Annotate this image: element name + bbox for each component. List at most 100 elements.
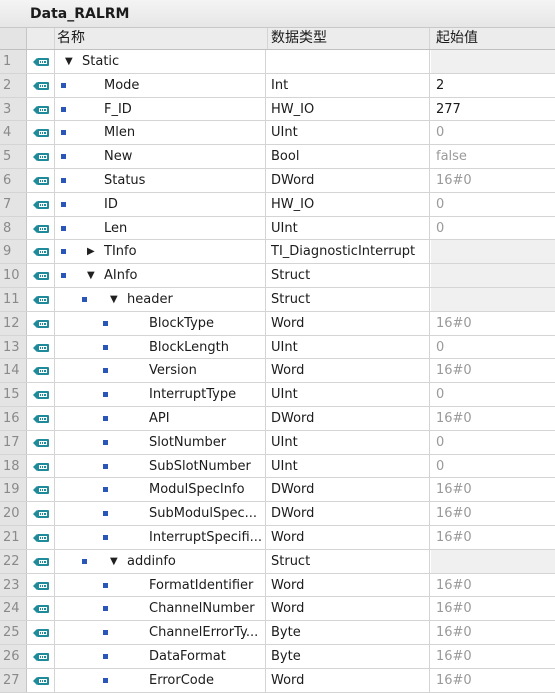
- type-cell[interactable]: Word: [266, 359, 430, 383]
- type-cell[interactable]: DWord: [266, 478, 430, 502]
- name-cell[interactable]: InterruptType: [55, 383, 266, 406]
- name-cell[interactable]: BlockLength: [55, 335, 266, 359]
- table-row[interactable]: 22 ▼ addinfo Struct: [0, 549, 555, 574]
- collapse-triangle-icon[interactable]: ▼: [110, 550, 118, 573]
- name-cell[interactable]: ErrorCode: [55, 668, 266, 692]
- init-value-cell[interactable]: 16#0: [431, 169, 555, 192]
- name-cell[interactable]: SubModulSpec...: [55, 502, 266, 525]
- init-value-cell[interactable]: 16#0: [431, 574, 555, 597]
- table-row[interactable]: 8 Len UInt 0: [0, 216, 555, 241]
- type-cell[interactable]: DWord: [266, 168, 430, 192]
- init-value-cell[interactable]: 0: [431, 455, 555, 478]
- table-row[interactable]: 24 ChannelNumber Word 16#0: [0, 597, 555, 622]
- init-value-cell[interactable]: 277: [431, 98, 555, 121]
- init-value-cell[interactable]: [431, 264, 555, 287]
- name-cell[interactable]: ▼ header: [55, 287, 266, 311]
- name-cell[interactable]: FormatIdentifier: [55, 573, 266, 597]
- name-cell[interactable]: ▼ Static: [55, 50, 266, 73]
- expand-triangle-icon[interactable]: ▶: [87, 240, 95, 263]
- name-cell[interactable]: ModulSpecInfo: [55, 478, 266, 502]
- name-cell[interactable]: ChannelErrorTy...: [55, 621, 266, 644]
- type-cell[interactable]: UInt: [266, 383, 430, 406]
- name-cell[interactable]: SlotNumber: [55, 430, 266, 454]
- init-value-cell[interactable]: 0: [431, 336, 555, 359]
- table-row[interactable]: 11 ▼ header Struct: [0, 287, 555, 312]
- init-value-cell[interactable]: [431, 549, 555, 573]
- table-row[interactable]: 21 InterruptSpecifi... Word 16#0: [0, 525, 555, 550]
- init-value-cell[interactable]: 16#0: [431, 478, 555, 501]
- type-cell[interactable]: Word: [266, 311, 430, 335]
- type-cell[interactable]: DWord: [266, 406, 430, 430]
- init-value-cell[interactable]: 16#0: [431, 669, 555, 692]
- init-value-cell[interactable]: 16#0: [431, 407, 555, 430]
- type-cell[interactable]: TI_DiagnosticInterrupt: [266, 240, 430, 264]
- name-cell[interactable]: ▼ addinfo: [55, 549, 266, 573]
- type-cell[interactable]: HW_IO: [266, 97, 430, 121]
- type-cell[interactable]: Word: [266, 573, 430, 597]
- table-row[interactable]: 27 ErrorCode Word 16#0: [0, 668, 555, 693]
- type-cell[interactable]: UInt: [266, 335, 430, 359]
- table-row[interactable]: 19 ModulSpecInfo DWord 16#0: [0, 478, 555, 503]
- type-cell[interactable]: DWord: [266, 502, 430, 525]
- type-cell[interactable]: UInt: [266, 216, 430, 240]
- init-value-cell[interactable]: 0: [431, 217, 555, 240]
- name-cell[interactable]: Mode: [55, 73, 266, 97]
- table-row[interactable]: 9 ▶ TInfo TI_DiagnosticInterrupt: [0, 240, 555, 265]
- table-row[interactable]: 7 ID HW_IO 0: [0, 192, 555, 217]
- name-cell[interactable]: SubSlotNumber: [55, 454, 266, 478]
- name-column-header[interactable]: 名称: [55, 28, 268, 49]
- init-value-cell[interactable]: 16#0: [431, 312, 555, 335]
- type-cell[interactable]: Int: [266, 73, 430, 97]
- collapse-triangle-icon[interactable]: ▼: [87, 264, 95, 287]
- init-value-cell[interactable]: [431, 287, 555, 311]
- name-cell[interactable]: Status: [55, 168, 266, 192]
- init-value-cell[interactable]: [431, 240, 555, 264]
- table-row[interactable]: 13 BlockLength UInt 0: [0, 335, 555, 360]
- type-cell[interactable]: UInt: [266, 121, 430, 145]
- type-cell[interactable]: Word: [266, 525, 430, 549]
- init-value-cell[interactable]: [431, 50, 555, 73]
- type-cell[interactable]: UInt: [266, 454, 430, 478]
- init-value-cell[interactable]: 0: [431, 121, 555, 144]
- type-cell[interactable]: Word: [266, 597, 430, 621]
- init-value-cell[interactable]: 16#0: [431, 526, 555, 549]
- type-cell[interactable]: Struct: [266, 287, 430, 311]
- name-cell[interactable]: F_ID: [55, 97, 266, 121]
- collapse-triangle-icon[interactable]: ▼: [110, 288, 118, 311]
- name-cell[interactable]: ▼ AInfo: [55, 264, 266, 287]
- init-value-cell[interactable]: false: [431, 145, 555, 168]
- table-row[interactable]: 3 F_ID HW_IO 277: [0, 97, 555, 122]
- init-value-cell[interactable]: 16#0: [431, 597, 555, 620]
- name-cell[interactable]: DataFormat: [55, 644, 266, 668]
- name-cell[interactable]: Mlen: [55, 121, 266, 145]
- name-cell[interactable]: Version: [55, 359, 266, 383]
- init-value-cell[interactable]: 2: [431, 74, 555, 97]
- table-row[interactable]: 17 SlotNumber UInt 0: [0, 430, 555, 455]
- type-cell[interactable]: Word: [266, 668, 430, 692]
- collapse-triangle-icon[interactable]: ▼: [65, 50, 73, 73]
- table-row[interactable]: 12 BlockType Word 16#0: [0, 311, 555, 336]
- type-cell[interactable]: Struct: [266, 549, 430, 573]
- table-row[interactable]: 6 Status DWord 16#0: [0, 168, 555, 193]
- type-cell[interactable]: HW_IO: [266, 192, 430, 216]
- table-row[interactable]: 2 Mode Int 2: [0, 73, 555, 98]
- table-row[interactable]: 14 Version Word 16#0: [0, 359, 555, 384]
- name-cell[interactable]: Len: [55, 216, 266, 240]
- type-cell[interactable]: Byte: [266, 644, 430, 668]
- name-cell[interactable]: API: [55, 406, 266, 430]
- type-cell[interactable]: Bool: [266, 145, 430, 168]
- name-cell[interactable]: BlockType: [55, 311, 266, 335]
- init-value-cell[interactable]: 16#0: [431, 645, 555, 668]
- init-column-header[interactable]: 起始值: [431, 28, 555, 49]
- name-cell[interactable]: New: [55, 145, 266, 168]
- name-cell[interactable]: ▶ TInfo: [55, 240, 266, 264]
- type-column-header[interactable]: 数据类型: [266, 28, 430, 49]
- type-cell[interactable]: UInt: [266, 430, 430, 454]
- table-row[interactable]: 10 ▼ AInfo Struct: [0, 264, 555, 288]
- table-row[interactable]: 1 ▼ Static: [0, 50, 555, 74]
- table-row[interactable]: 16 API DWord 16#0: [0, 406, 555, 431]
- init-value-cell[interactable]: 16#0: [431, 502, 555, 525]
- table-row[interactable]: 26 DataFormat Byte 16#0: [0, 644, 555, 669]
- name-cell[interactable]: InterruptSpecifi...: [55, 525, 266, 549]
- table-row[interactable]: 18 SubSlotNumber UInt 0: [0, 454, 555, 479]
